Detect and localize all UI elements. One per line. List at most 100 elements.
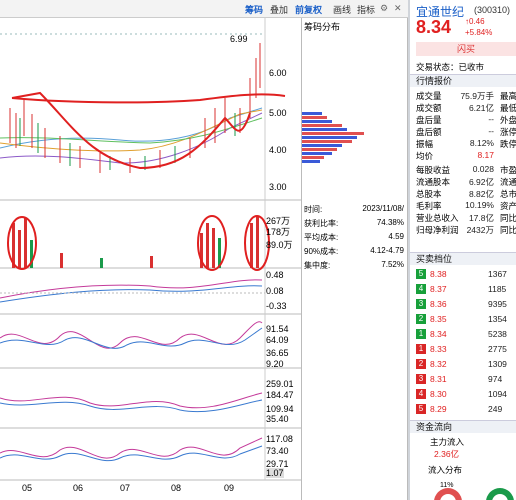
- row-value: 0.028: [472, 164, 494, 174]
- ask-price[interactable]: 8.37: [430, 284, 447, 294]
- ask-price[interactable]: 8.35: [430, 314, 447, 324]
- bid-price[interactable]: 8.29: [430, 404, 447, 414]
- section-quote: 行情报价: [410, 74, 516, 87]
- kdj-axis-label: 9.20: [266, 359, 284, 369]
- row-value: --: [488, 114, 494, 124]
- chip-row: 90%成本: 4.12-4.79: [304, 246, 404, 256]
- ask-level-badge: 1: [416, 329, 426, 339]
- tab-chips[interactable]: 筹码: [245, 3, 263, 16]
- chip-row: 集中度: 7.52%: [304, 260, 404, 270]
- chip-distribution-panel: 筹码分布 时间: 2023/11/08/ 获利比率: 74.38% 平均成本: 4.5…: [302, 18, 408, 500]
- row-label: 流通市: [500, 177, 516, 187]
- ask-level-badge: 2: [416, 314, 426, 324]
- inflow-pie-chart: [434, 488, 514, 500]
- price-change: ↑0.46: [465, 17, 485, 26]
- row-value: --: [488, 126, 494, 136]
- inflow-distribution-label: 流入分布: [428, 465, 463, 475]
- chart-toolbar: 筹码 叠加 前复权 画线 指标 ⚙ ✕: [0, 0, 410, 18]
- overlay-menu[interactable]: 叠加: [270, 3, 288, 16]
- ask-price[interactable]: 8.38: [430, 269, 447, 279]
- row-value: 2432万: [466, 225, 494, 235]
- volume-axis-label: 89.0万: [266, 240, 293, 250]
- row-label: 成交额: [416, 103, 442, 113]
- bid-price[interactable]: 8.33: [430, 344, 447, 354]
- price-axis-label: 6.00: [269, 68, 287, 78]
- row-label: 外盘: [500, 115, 516, 125]
- kline-chart-pane[interactable]: 6.99 6.00 5.00 4.00 3.00 267万 178万 89.0万…: [0, 18, 302, 500]
- price-axis-label: 5.00: [269, 108, 287, 118]
- pie-pct-label: 11%: [440, 482, 454, 489]
- row-label: 最高: [500, 91, 516, 101]
- row-label: 市盈率: [500, 165, 516, 175]
- ask-price[interactable]: 8.34: [430, 329, 447, 339]
- ask-volume: 1367: [488, 269, 507, 279]
- row-label: 流通股本: [416, 177, 451, 187]
- bid-level-badge: 1: [416, 344, 426, 354]
- kline-chart: 6.99: [0, 18, 302, 481]
- chip-row: 获利比率: 74.38%: [304, 218, 404, 228]
- bid-price[interactable]: 8.30: [430, 389, 447, 399]
- row-value: 10.19%: [465, 200, 494, 210]
- row-label: 同比: [500, 213, 516, 223]
- row-label: 涨停: [500, 127, 516, 137]
- ask-volume: 1185: [488, 284, 507, 294]
- row-label: 资产净: [500, 201, 516, 211]
- chip-histogram: [302, 112, 364, 163]
- bid-price[interactable]: 8.31: [430, 374, 447, 384]
- price-axis-label: 4.00: [269, 145, 287, 155]
- row-label: 总市值: [500, 189, 516, 199]
- chip-row: 时间: 2023/11/08/: [304, 204, 404, 214]
- ask-volume: 1354: [488, 314, 507, 324]
- row-value: 6.21亿: [468, 103, 494, 113]
- adjust-menu[interactable]: 前复权: [295, 3, 322, 16]
- bid-level-badge: 4: [416, 389, 426, 399]
- kdj-axis-label: 91.54: [266, 324, 289, 334]
- row-value: 8.12%: [469, 138, 494, 148]
- row-value: 75.9万手: [460, 91, 494, 101]
- row-label: 均价: [416, 151, 434, 161]
- settings-icon[interactable]: ⚙: [380, 3, 388, 14]
- draw-line-button[interactable]: 画线: [333, 3, 351, 16]
- rsi-axis-label: 117.08: [266, 434, 293, 444]
- ask-volume: 5238: [488, 329, 507, 339]
- row-label: 总股本: [416, 189, 442, 199]
- month-label: 06: [73, 483, 84, 493]
- row-label: 同比: [500, 225, 516, 235]
- month-label: 09: [224, 483, 235, 493]
- section-order-book: 买卖档位: [410, 252, 516, 265]
- bid-volume: 2775: [488, 344, 507, 354]
- quote-panel: 宜通世纪 (300310) 8.34 ↑0.46 +5.84% 闪买 交易状态：…: [410, 0, 516, 500]
- row-label: 盘后额: [416, 127, 442, 137]
- row-value: 17.8亿: [468, 213, 494, 223]
- last-price: 8.34: [416, 17, 452, 37]
- row-value: 8.17: [477, 150, 494, 160]
- row-label: 振幅: [416, 139, 434, 149]
- month-label: 08: [171, 483, 182, 493]
- volume-axis-label: 178万: [266, 227, 291, 237]
- cci-axis-label: 35.40: [266, 414, 289, 424]
- panel-divider[interactable]: [408, 0, 410, 500]
- price-change-pct: +5.84%: [465, 28, 493, 37]
- row-value: 6.92亿: [468, 177, 494, 187]
- bid-price[interactable]: 8.32: [430, 359, 447, 369]
- row-value: 8.82亿: [468, 189, 494, 199]
- price-axis-label: 3.00: [269, 182, 287, 192]
- rsi-axis-label: 1.07: [266, 468, 284, 478]
- bid-volume: 1094: [488, 389, 507, 399]
- quick-buy-button[interactable]: 闪买: [416, 42, 516, 56]
- ask-price[interactable]: 8.36: [430, 299, 447, 309]
- section-capital-flow: 资金流向: [410, 420, 516, 433]
- close-icon[interactable]: ✕: [394, 3, 402, 14]
- row-label: 成交量: [416, 91, 442, 101]
- row-label: 每股收益: [416, 165, 451, 175]
- cci-axis-label: 259.01: [266, 379, 294, 389]
- main-inflow-value: 2.36亿: [434, 449, 460, 459]
- cci-axis-label: 109.94: [266, 404, 294, 414]
- high-price-marker: 6.99: [230, 34, 248, 44]
- chip-row: 平均成本: 4.59: [304, 232, 404, 242]
- macd-axis-label: 0.08: [266, 286, 284, 296]
- bid-level-badge: 2: [416, 359, 426, 369]
- kdj-axis-label: 36.65: [266, 348, 289, 358]
- indicator-menu[interactable]: 指标: [357, 3, 375, 16]
- row-label: 盘后量: [416, 115, 442, 125]
